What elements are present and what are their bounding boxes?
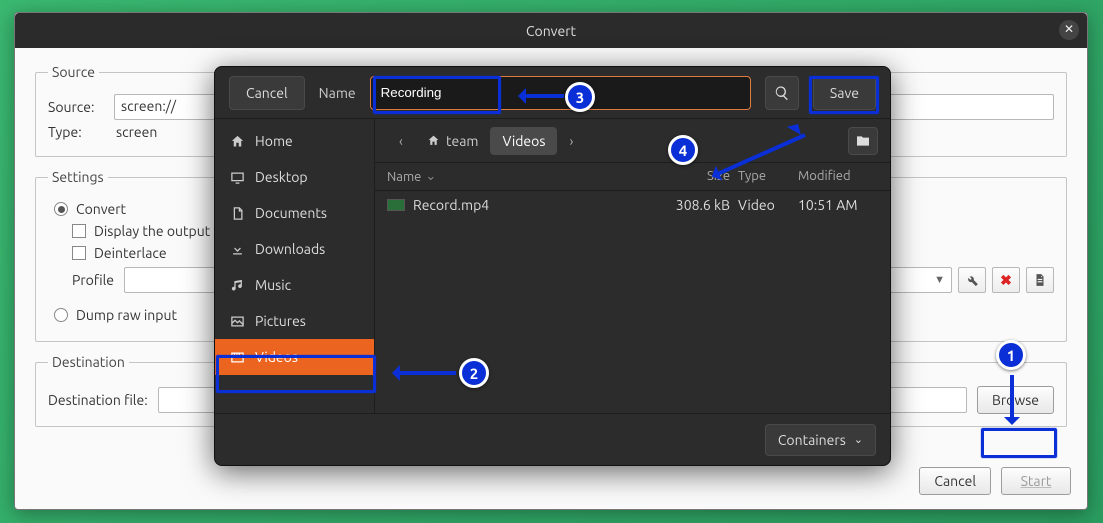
file-size: 308.6 kB	[658, 197, 738, 213]
place-desktop[interactable]: Desktop	[215, 159, 374, 195]
home-icon	[229, 134, 245, 149]
new-doc-icon	[1033, 273, 1047, 287]
place-videos[interactable]: Videos	[215, 339, 374, 375]
filedlg-name-input[interactable]	[370, 76, 751, 110]
profile-edit-button[interactable]	[958, 267, 986, 293]
filedlg-save-button[interactable]: Save	[813, 76, 876, 110]
chevron-down-icon: ⌄	[854, 433, 863, 446]
window-title: Convert	[526, 23, 576, 39]
file-type-filter[interactable]: Containers ⌄	[765, 424, 876, 456]
path-bar: ‹ team Videos ›	[375, 119, 890, 163]
radio-convert-label: Convert	[76, 201, 126, 217]
file-modified: 10:51 AM	[798, 197, 878, 213]
new-folder-button[interactable]	[848, 127, 878, 155]
videos-icon	[229, 350, 245, 365]
col-name: Name	[387, 170, 421, 184]
place-music[interactable]: Music	[215, 267, 374, 303]
type-label: Type:	[48, 124, 104, 140]
file-type: Video	[738, 197, 798, 213]
profile-delete-button[interactable]: ✖	[992, 267, 1020, 293]
checkbox-icon	[72, 224, 86, 238]
place-downloads[interactable]: Downloads	[215, 231, 374, 267]
crumb-videos[interactable]: Videos	[490, 127, 557, 155]
music-icon	[229, 278, 245, 293]
radio-dump-raw-label: Dump raw input	[76, 307, 177, 323]
search-icon	[774, 85, 790, 101]
col-size: Size	[658, 169, 738, 184]
check-display-output-label: Display the output	[94, 223, 210, 239]
source-legend: Source	[48, 64, 99, 80]
downloads-icon	[229, 242, 245, 257]
profile-label: Profile	[72, 272, 118, 288]
documents-icon	[229, 206, 245, 221]
radio-dot-icon	[54, 308, 68, 322]
pictures-icon	[229, 314, 245, 329]
new-folder-icon	[855, 133, 871, 149]
titlebar: Convert ✕	[15, 13, 1087, 48]
file-save-dialog: Cancel Name Save Home Desktop Documents …	[214, 66, 891, 466]
cancel-button[interactable]: Cancel	[919, 467, 991, 495]
place-documents[interactable]: Documents	[215, 195, 374, 231]
dest-file-label: Destination file:	[48, 392, 148, 408]
window-close-button[interactable]: ✕	[1059, 20, 1079, 40]
filedlg-header: Cancel Name Save	[215, 67, 890, 119]
file-pane: ‹ team Videos › Name ⌄ Size Type Modifie…	[375, 119, 890, 413]
filedlg-cancel-button[interactable]: Cancel	[229, 76, 305, 110]
desktop-icon	[229, 170, 245, 185]
file-row[interactable]: Record.mp4 308.6 kB Video 10:51 AM	[375, 191, 890, 219]
path-back-button[interactable]: ‹	[387, 127, 415, 155]
chevron-down-icon: ▼	[934, 274, 945, 286]
checkbox-icon	[72, 246, 86, 260]
check-deinterlace-label: Deinterlace	[94, 245, 167, 261]
settings-legend: Settings	[48, 169, 108, 185]
source-label: Source:	[48, 99, 104, 115]
filedlg-name-label: Name	[319, 85, 356, 101]
path-forward-button[interactable]: ›	[557, 127, 585, 155]
profile-new-button[interactable]	[1026, 267, 1054, 293]
place-home[interactable]: Home	[215, 123, 374, 159]
wrench-icon	[965, 273, 979, 287]
filedlg-footer: Containers ⌄	[215, 413, 890, 465]
video-thumb-icon	[387, 199, 405, 211]
home-icon	[427, 134, 440, 147]
browse-button[interactable]: Browse	[977, 386, 1054, 414]
col-type: Type	[738, 169, 798, 184]
filedlg-search-button[interactable]	[765, 76, 799, 110]
place-pictures[interactable]: Pictures	[215, 303, 374, 339]
col-modified: Modified	[798, 169, 878, 184]
destination-legend: Destination	[48, 354, 129, 370]
start-button[interactable]: Start	[1001, 467, 1071, 495]
radio-dot-icon	[54, 202, 68, 216]
type-value: screen	[114, 124, 157, 140]
file-name: Record.mp4	[413, 197, 489, 213]
x-icon: ✖	[1000, 272, 1012, 289]
sort-indicator-icon: ⌄	[425, 169, 436, 184]
places-sidebar: Home Desktop Documents Downloads Music P…	[215, 119, 375, 413]
crumb-team[interactable]: team	[415, 127, 490, 155]
file-list-header[interactable]: Name ⌄ Size Type Modified	[375, 163, 890, 191]
window-footer: Cancel Start	[15, 459, 1087, 509]
